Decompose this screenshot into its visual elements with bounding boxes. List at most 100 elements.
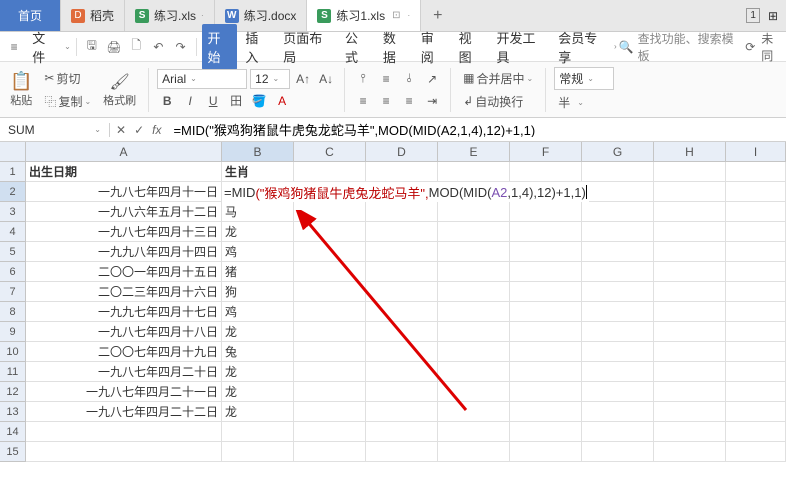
cell[interactable]	[510, 362, 582, 382]
cell[interactable]	[438, 302, 510, 322]
cell[interactable]	[366, 202, 438, 222]
cells-area[interactable]: 出生日期生肖一九八七年四月十一日=MID("猴鸡狗猪鼠牛虎兔龙蛇马羊",MOD(…	[26, 162, 786, 462]
cell[interactable]	[654, 442, 726, 462]
cell[interactable]	[726, 402, 786, 422]
cell[interactable]: 鸡	[222, 302, 294, 322]
col-header-A[interactable]: A	[26, 142, 222, 162]
cell[interactable]: 龙	[222, 382, 294, 402]
cell[interactable]	[366, 422, 438, 442]
cell[interactable]: 一九九七年四月十七日	[26, 302, 222, 322]
col-header-H[interactable]: H	[654, 142, 726, 162]
cell[interactable]	[582, 282, 654, 302]
menu-view[interactable]: 视图	[453, 24, 489, 70]
cell[interactable]	[510, 322, 582, 342]
wrap-text-button[interactable]: ↲自动换行	[459, 91, 537, 112]
cut-button[interactable]: ✂剪切	[40, 68, 95, 89]
border-button[interactable]: 田	[226, 91, 246, 111]
cell[interactable]	[510, 342, 582, 362]
name-box[interactable]: SUM ⌄	[0, 123, 110, 137]
cell[interactable]	[438, 442, 510, 462]
cell[interactable]	[510, 422, 582, 442]
cell[interactable]	[582, 402, 654, 422]
cell[interactable]	[582, 162, 654, 182]
col-header-G[interactable]: G	[582, 142, 654, 162]
merge-center-button[interactable]: ▦合并居中⌄	[459, 68, 537, 89]
cell[interactable]	[726, 202, 786, 222]
cell[interactable]	[438, 422, 510, 442]
cell[interactable]	[438, 202, 510, 222]
cell[interactable]	[294, 402, 366, 422]
cell[interactable]: 一九八七年四月二十二日	[26, 402, 222, 422]
cell[interactable]	[366, 322, 438, 342]
cell[interactable]	[294, 302, 366, 322]
half-format-button[interactable]: 半	[554, 92, 574, 112]
cell[interactable]	[366, 242, 438, 262]
cell[interactable]	[654, 382, 726, 402]
cell[interactable]	[582, 322, 654, 342]
menu-search[interactable]: 🔍 查找功能、搜索模板	[619, 30, 736, 64]
col-header-B[interactable]: B	[222, 142, 294, 162]
fill-color-button[interactable]: 🪣	[249, 91, 269, 111]
cell[interactable]	[726, 262, 786, 282]
fx-icon[interactable]: fx	[152, 123, 161, 137]
font-grow-button[interactable]: A↑	[293, 69, 313, 89]
cell[interactable]: 鸡	[222, 242, 294, 262]
cell[interactable]	[366, 402, 438, 422]
cell[interactable]	[294, 362, 366, 382]
cell[interactable]	[294, 282, 366, 302]
row-header-10[interactable]: 10	[0, 342, 26, 362]
cell[interactable]: 二〇〇一年四月十五日	[26, 262, 222, 282]
cell[interactable]	[726, 302, 786, 322]
row-header-12[interactable]: 12	[0, 382, 26, 402]
italic-button[interactable]: I	[180, 91, 200, 111]
cell[interactable]: =MID("猴鸡狗猪鼠牛虎兔龙蛇马羊",MOD(MID(A2,1,4),12)+…	[222, 182, 294, 202]
cell[interactable]	[654, 262, 726, 282]
cell[interactable]: 一九八七年四月十三日	[26, 222, 222, 242]
cell[interactable]	[438, 342, 510, 362]
indent-button[interactable]: ⇥	[422, 91, 442, 111]
cancel-formula-icon[interactable]: ✕	[116, 123, 126, 137]
cell[interactable]	[294, 442, 366, 462]
cell[interactable]	[366, 282, 438, 302]
cell[interactable]: 一九八七年四月十一日	[26, 182, 222, 202]
cell[interactable]	[366, 262, 438, 282]
row-header-8[interactable]: 8	[0, 302, 26, 322]
select-all-corner[interactable]	[0, 142, 26, 162]
cell[interactable]	[726, 282, 786, 302]
cell[interactable]: 龙	[222, 402, 294, 422]
menu-data[interactable]: 数据	[377, 24, 413, 70]
cell[interactable]	[726, 362, 786, 382]
cell[interactable]: 龙	[222, 222, 294, 242]
cell[interactable]	[654, 242, 726, 262]
cell[interactable]	[654, 162, 726, 182]
align-bottom-button[interactable]: ⫰	[399, 69, 419, 89]
col-header-I[interactable]: I	[726, 142, 786, 162]
cell[interactable]	[582, 382, 654, 402]
cell[interactable]	[654, 302, 726, 322]
tab-docker[interactable]: D 稻壳	[61, 0, 125, 31]
cell[interactable]	[294, 162, 366, 182]
row-header-2[interactable]: 2	[0, 182, 26, 202]
cell[interactable]	[294, 202, 366, 222]
redo-icon[interactable]: ↷	[170, 36, 190, 58]
cell[interactable]	[726, 442, 786, 462]
cell[interactable]	[726, 342, 786, 362]
font-name-select[interactable]: Arial⌄	[157, 69, 247, 89]
cell[interactable]	[510, 202, 582, 222]
undo-icon[interactable]: ↶	[148, 36, 168, 58]
cell[interactable]	[510, 262, 582, 282]
cell[interactable]: 一九八七年四月二十一日	[26, 382, 222, 402]
pin-icon[interactable]: ⊡	[390, 10, 402, 21]
formula-input[interactable]	[167, 122, 786, 137]
cell[interactable]	[726, 182, 786, 202]
cell[interactable]	[726, 422, 786, 442]
cell[interactable]	[366, 442, 438, 462]
cell[interactable]	[582, 302, 654, 322]
row-header-9[interactable]: 9	[0, 322, 26, 342]
cell[interactable]: 出生日期	[26, 162, 222, 182]
paste-button[interactable]: 📋 粘贴	[6, 69, 36, 110]
cell[interactable]	[654, 402, 726, 422]
save-icon[interactable]: 🖫	[82, 36, 102, 58]
cell[interactable]	[654, 282, 726, 302]
cell[interactable]	[510, 302, 582, 322]
